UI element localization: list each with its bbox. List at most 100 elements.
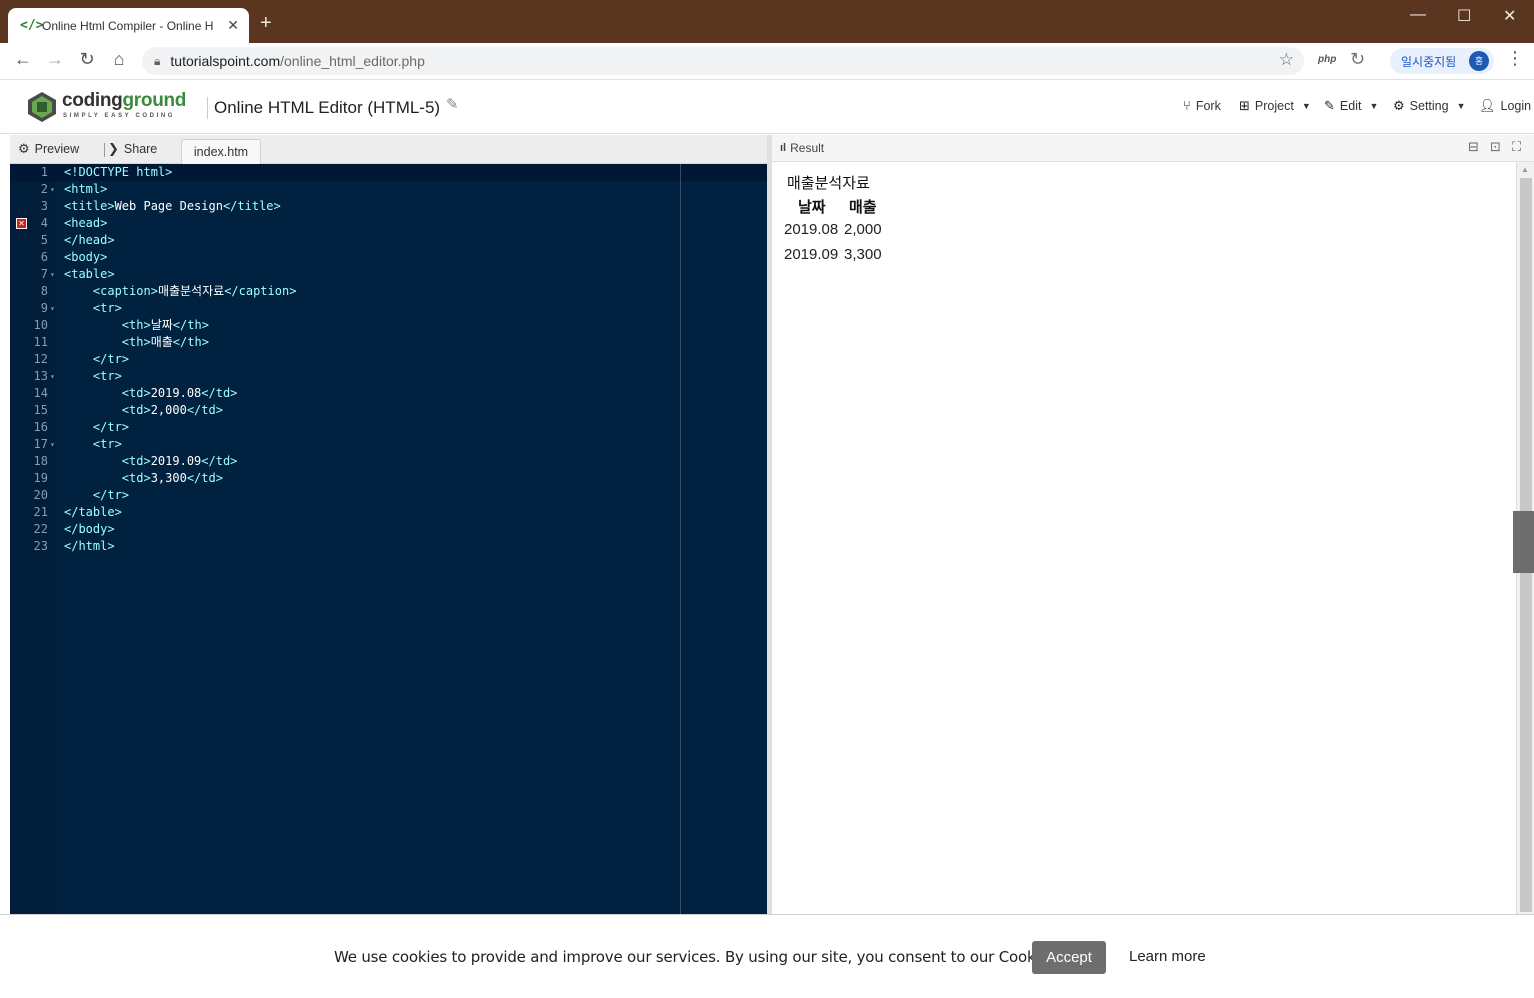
- header-divider: [207, 97, 208, 119]
- code-line[interactable]: 3 <title>Web Page Design</title>: [10, 198, 767, 215]
- address-bar[interactable]: 🔒︎ tutorialspoint.com/online_html_editor…: [142, 47, 1304, 75]
- table-cell: 2019.09: [784, 246, 839, 263]
- code-line[interactable]: 15 <td>2,000</td>: [10, 402, 767, 419]
- line-number: 8: [40, 284, 48, 298]
- line-number: 12: [33, 352, 48, 366]
- browser-menu-icon[interactable]: ⋮: [1506, 48, 1524, 69]
- close-tab-icon[interactable]: ✕: [227, 17, 239, 34]
- line-number: 1: [40, 165, 48, 179]
- codingground-logo[interactable]: codingground SIMPLY EASY CODING: [26, 89, 196, 125]
- share-button[interactable]: ❯ Share: [108, 141, 157, 157]
- maximize-icon[interactable]: ☐: [1457, 6, 1471, 26]
- fold-arrow-icon[interactable]: ▾: [50, 300, 55, 317]
- code-text: <tr>: [92, 437, 122, 451]
- profile-paused-button[interactable]: 일시중지됨 홍: [1390, 48, 1494, 74]
- code-line[interactable]: 16 </tr>: [10, 419, 767, 436]
- line-number: 19: [33, 471, 48, 485]
- line-number: 11: [33, 335, 48, 349]
- user-icon: 👤︎: [1479, 98, 1496, 113]
- code-editor[interactable]: 1 <!DOCTYPE html> 2 ▾ <html> 3 <title>Web Page…: [10, 164, 767, 914]
- line-number: 17: [33, 437, 48, 451]
- preview-button[interactable]: ⚙ Preview: [18, 141, 79, 157]
- code-line[interactable]: 12 </tr>: [10, 351, 767, 368]
- browser-tab[interactable]: </> Online Html Compiler - Online H ✕: [8, 8, 249, 43]
- code-line[interactable]: 8 <caption>매출분석자료</caption>: [10, 283, 767, 300]
- code-text: </tr>: [92, 420, 130, 434]
- code-text: <td>2,000</td>: [121, 403, 223, 417]
- line-number: 5: [40, 233, 48, 247]
- fold-arrow-icon[interactable]: ▾: [50, 368, 55, 385]
- code-line[interactable]: 13 ▾ <tr>: [10, 368, 767, 385]
- code-line[interactable]: 20 </tr>: [10, 487, 767, 504]
- reload-icon[interactable]: ↻: [76, 49, 98, 70]
- accept-cookies-button[interactable]: Accept: [1032, 941, 1106, 974]
- edit-icon: ✎: [1324, 98, 1335, 113]
- code-text: <th>날짜</th>: [121, 318, 209, 332]
- minimize-icon[interactable]: —: [1410, 6, 1426, 24]
- code-line[interactable]: 1 <!DOCTYPE html>: [10, 164, 767, 181]
- site-header: codingground SIMPLY EASY CODING Online H…: [0, 81, 1534, 134]
- code-line[interactable]: 6 <body>: [10, 249, 767, 266]
- table-cell: 2,000: [844, 221, 882, 238]
- extension-reload-icon[interactable]: ↻: [1350, 49, 1365, 70]
- edit-title-icon[interactable]: ✎: [446, 95, 459, 113]
- fork-button[interactable]: ⑂ Fork: [1183, 98, 1221, 113]
- restore-icon[interactable]: ⊡: [1490, 139, 1501, 155]
- gear-icon: ⚙: [1393, 98, 1405, 113]
- line-number: 13: [33, 369, 48, 383]
- code-text: <caption>매출분석자료</caption>: [92, 284, 297, 298]
- forward-icon[interactable]: →: [44, 49, 66, 70]
- window-close-icon[interactable]: ✕: [1503, 6, 1516, 26]
- code-text: </head>: [64, 233, 115, 247]
- caret-down-icon: ▼: [1369, 101, 1379, 111]
- tab-index-htm[interactable]: index.htm: [181, 139, 261, 164]
- code-text: <html>: [64, 182, 108, 196]
- fork-icon: ⑂: [1183, 98, 1191, 113]
- fold-arrow-icon[interactable]: ▾: [50, 181, 55, 198]
- code-line[interactable]: 21 </table>: [10, 504, 767, 521]
- line-number: 15: [33, 403, 48, 417]
- code-line[interactable]: 2 ▾ <html>: [10, 181, 767, 198]
- code-line[interactable]: ✕ 4 <head>: [10, 215, 767, 232]
- new-tab-icon[interactable]: +: [260, 12, 272, 35]
- code-line[interactable]: 5 </head>: [10, 232, 767, 249]
- code-line[interactable]: 19 <td>3,300</td>: [10, 470, 767, 487]
- scroll-up-icon[interactable]: ▲: [1521, 165, 1529, 174]
- code-text: </tr>: [92, 352, 130, 366]
- fold-arrow-icon[interactable]: ▾: [50, 436, 55, 453]
- browser-toolbar: ← → ↻ ⌂ 🔒︎ tutorialspoint.com/online_htm…: [0, 43, 1534, 80]
- line-number: 20: [33, 488, 48, 502]
- fold-arrow-icon[interactable]: ▾: [50, 266, 55, 283]
- back-icon[interactable]: ←: [12, 49, 34, 70]
- project-menu[interactable]: ⊞ Project ▼: [1239, 98, 1311, 114]
- learn-more-link[interactable]: Learn more: [1129, 948, 1206, 965]
- code-line[interactable]: 18 <td>2019.09</td>: [10, 453, 767, 470]
- code-text: <tr>: [92, 369, 122, 383]
- code-text: <th>매출</th>: [121, 335, 209, 349]
- table-cell: 3,300: [844, 246, 882, 263]
- edit-menu[interactable]: ✎ Edit ▼: [1324, 98, 1378, 114]
- login-button[interactable]: 👤︎ Login: [1479, 98, 1531, 114]
- fullscreen-icon[interactable]: ⛶: [1512, 139, 1521, 155]
- code-line[interactable]: 11 <th>매출</th>: [10, 334, 767, 351]
- profile-status-text: 일시중지됨: [1401, 54, 1457, 69]
- code-line[interactable]: 17 ▾ <tr>: [10, 436, 767, 453]
- code-line[interactable]: 7 ▾ <table>: [10, 266, 767, 283]
- result-frame: 매출분석자료 날짜 매출 2019.08 2,000 2019.09 3,300: [772, 162, 1516, 914]
- code-line[interactable]: 23 </html>: [10, 538, 767, 555]
- bookmark-star-icon[interactable]: ☆: [1279, 50, 1294, 70]
- line-number: 6: [40, 250, 48, 264]
- php-extension-icon[interactable]: php: [1318, 54, 1336, 65]
- code-line[interactable]: 14 <td>2019.08</td>: [10, 385, 767, 402]
- url-host: tutorialspoint.com: [170, 53, 281, 69]
- line-number: 18: [33, 454, 48, 468]
- collapse-icon[interactable]: ⊟: [1468, 139, 1479, 155]
- code-line[interactable]: 22 </body>: [10, 521, 767, 538]
- browser-titlebar: </> Online Html Compiler - Online H ✕ + …: [0, 0, 1534, 43]
- code-line[interactable]: 9 ▾ <tr>: [10, 300, 767, 317]
- code-text: <td>2019.08</td>: [121, 386, 238, 400]
- code-line[interactable]: 10 <th>날짜</th>: [10, 317, 767, 334]
- page-scroll-thumb[interactable]: [1513, 511, 1534, 573]
- home-icon[interactable]: ⌂: [108, 49, 130, 70]
- setting-menu[interactable]: ⚙ Setting ▼: [1393, 98, 1466, 114]
